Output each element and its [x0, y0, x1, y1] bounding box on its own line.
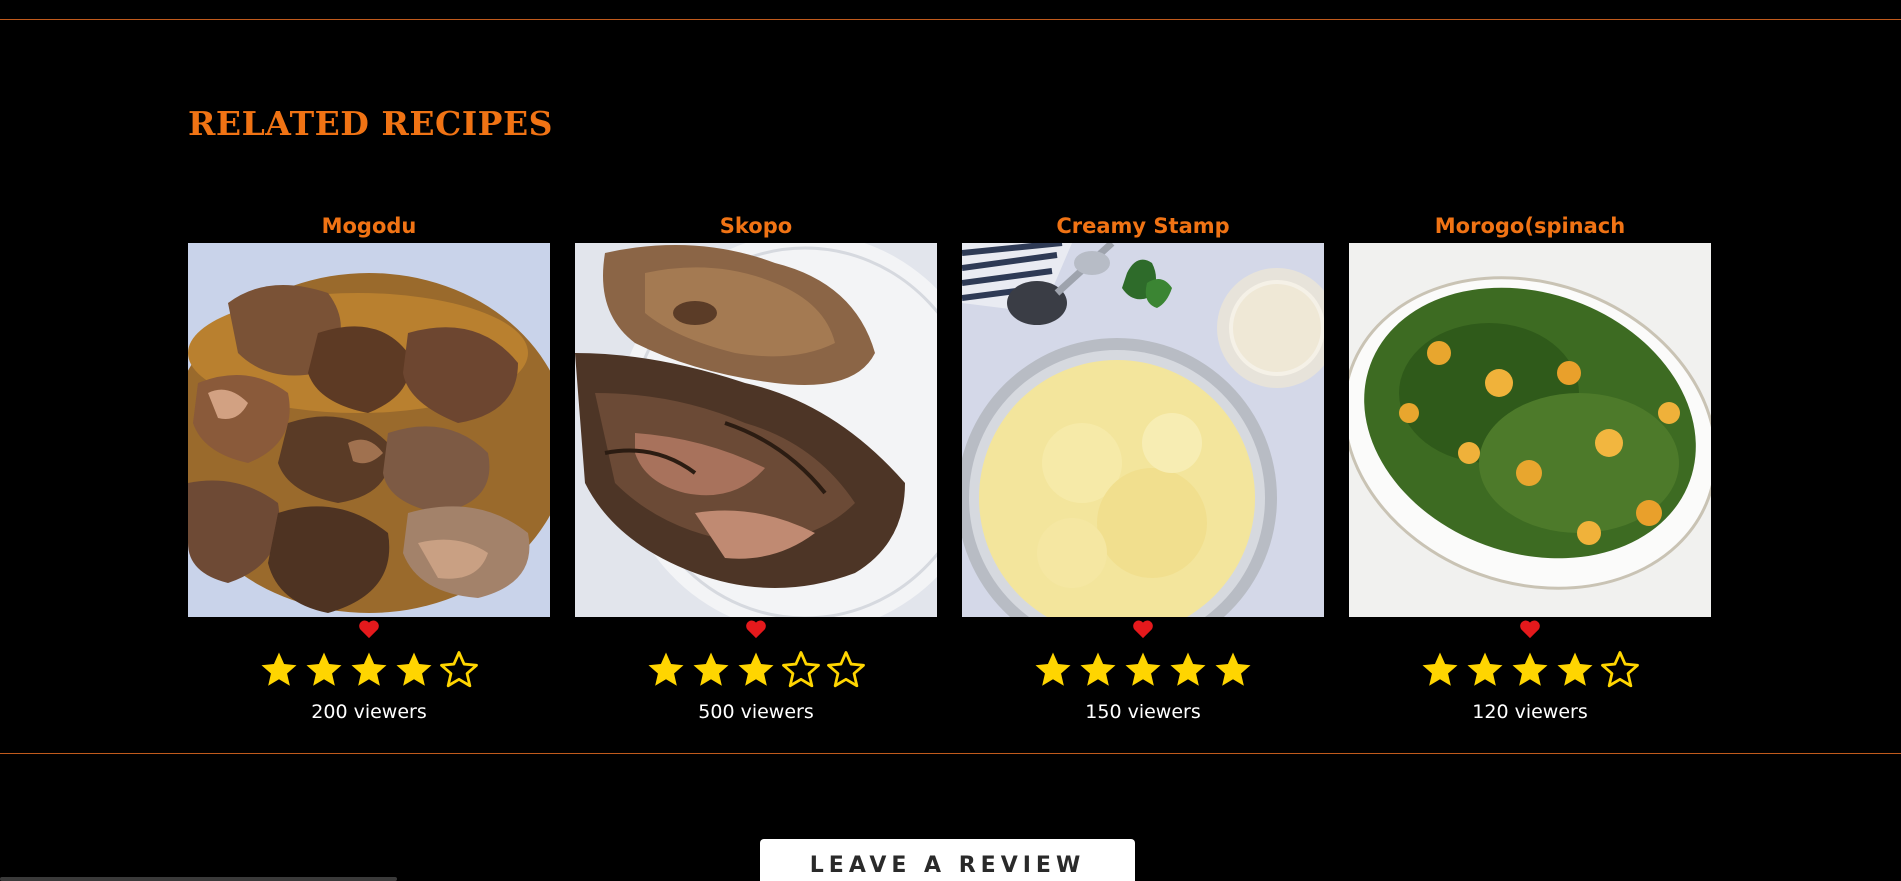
viewer-count: 120 viewers — [1472, 701, 1588, 723]
star-filled-icon[interactable] — [393, 649, 435, 691]
viewer-count: 500 viewers — [698, 701, 814, 723]
heart-icon[interactable] — [1519, 619, 1541, 639]
star-filled-icon[interactable] — [1464, 649, 1506, 691]
related-recipes-page: RELATED RECIPES Mogodu 200 viewers Skopo… — [0, 0, 1901, 881]
recipe-card[interactable]: Creamy Stamp 150 viewers — [962, 210, 1324, 723]
recipe-card[interactable]: Mogodu 200 viewers — [188, 210, 550, 723]
recipe-photo[interactable] — [962, 243, 1324, 617]
star-filled-icon[interactable] — [645, 649, 687, 691]
recipe-card[interactable]: Skopo 500 viewers — [575, 210, 937, 723]
star-filled-icon[interactable] — [1212, 649, 1254, 691]
star-rating[interactable] — [645, 649, 867, 691]
viewer-count: 200 viewers — [311, 701, 427, 723]
section-title: RELATED RECIPES — [188, 104, 553, 143]
recipe-cards: Mogodu 200 viewers Skopo 500 viewers Cre… — [188, 210, 1711, 723]
recipe-photo[interactable] — [1349, 243, 1711, 617]
star-filled-icon[interactable] — [1032, 649, 1074, 691]
recipe-title[interactable]: Creamy Stamp — [987, 210, 1299, 243]
horizontal-scrollbar[interactable] — [0, 877, 397, 881]
star-rating[interactable] — [258, 649, 480, 691]
recipe-card[interactable]: Morogo(spinach 120 viewers — [1349, 210, 1711, 723]
recipe-title[interactable]: Skopo — [600, 210, 912, 243]
leave-review-button[interactable]: LEAVE A REVIEW — [760, 839, 1135, 881]
heart-icon[interactable] — [1132, 619, 1154, 639]
star-filled-icon[interactable] — [303, 649, 345, 691]
bottom-divider — [0, 753, 1901, 754]
heart-icon[interactable] — [358, 619, 380, 639]
recipe-photo[interactable] — [575, 243, 937, 617]
recipe-title[interactable]: Morogo(spinach — [1374, 210, 1686, 243]
star-filled-icon[interactable] — [1554, 649, 1596, 691]
star-filled-icon[interactable] — [1167, 649, 1209, 691]
star-filled-icon[interactable] — [1077, 649, 1119, 691]
star-outline-icon[interactable] — [780, 649, 822, 691]
star-rating[interactable] — [1419, 649, 1641, 691]
star-filled-icon[interactable] — [1509, 649, 1551, 691]
star-filled-icon[interactable] — [1419, 649, 1461, 691]
star-outline-icon[interactable] — [825, 649, 867, 691]
star-filled-icon[interactable] — [258, 649, 300, 691]
star-filled-icon[interactable] — [348, 649, 390, 691]
star-outline-icon[interactable] — [1599, 649, 1641, 691]
recipe-photo[interactable] — [188, 243, 550, 617]
recipe-title[interactable]: Mogodu — [213, 210, 525, 243]
star-rating[interactable] — [1032, 649, 1254, 691]
star-filled-icon[interactable] — [1122, 649, 1164, 691]
viewer-count: 150 viewers — [1085, 701, 1201, 723]
star-filled-icon[interactable] — [735, 649, 777, 691]
heart-icon[interactable] — [745, 619, 767, 639]
star-outline-icon[interactable] — [438, 649, 480, 691]
star-filled-icon[interactable] — [690, 649, 732, 691]
top-divider — [0, 19, 1901, 20]
